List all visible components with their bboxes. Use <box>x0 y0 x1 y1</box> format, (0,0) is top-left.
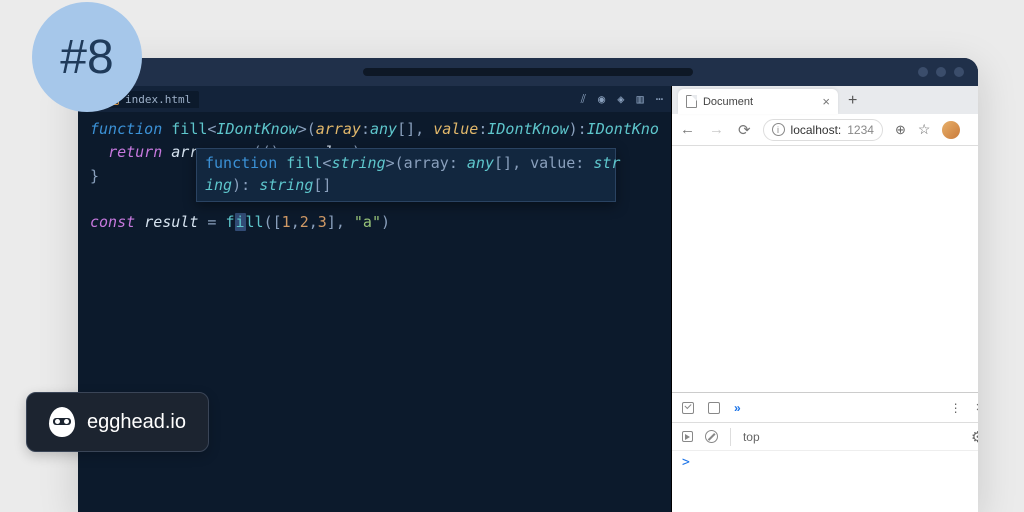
keyword-const: const <box>90 213 135 231</box>
profile-avatar[interactable] <box>942 121 960 139</box>
back-icon[interactable]: ← <box>680 121 695 139</box>
clear-console-icon[interactable] <box>705 430 718 443</box>
keyword-function: function <box>90 120 162 138</box>
diff-icon[interactable]: ◈ <box>617 92 624 107</box>
reload-icon[interactable]: ⟳ <box>738 121 751 139</box>
console-prompt[interactable]: > <box>672 451 978 474</box>
minimize-dot[interactable] <box>918 67 928 77</box>
devtools-menu-icon[interactable]: ⋮ <box>950 401 962 415</box>
context-selector[interactable]: top <box>743 430 760 444</box>
keyword-return: return <box>108 143 162 161</box>
site-info-icon[interactable]: i <box>772 123 785 136</box>
forward-icon[interactable]: → <box>709 121 724 139</box>
traffic-lights <box>918 67 964 77</box>
more-icon[interactable]: ⋯ <box>656 92 663 107</box>
browser-tab-title: Document <box>703 96 753 108</box>
generic-type: IDontKnow <box>216 120 297 138</box>
editor-tab-bar: 5 index.html ⫽ ◉ ◈ ▥ ⋯ <box>78 86 671 112</box>
url-field[interactable]: i localhost: 1234 <box>763 119 883 141</box>
browser-tab[interactable]: Document × <box>678 89 838 114</box>
address-bar: ← → ⟳ i localhost: 1234 ⊕ ☆ ⋮ <box>672 114 978 146</box>
run-icon[interactable] <box>682 431 693 442</box>
app-window: 5 index.html ⫽ ◉ ◈ ▥ ⋯ function fill<IDo… <box>78 58 978 512</box>
episode-number: #8 <box>60 30 113 85</box>
drag-handle[interactable] <box>363 68 693 76</box>
search-icon[interactable]: ⊕ <box>895 122 906 138</box>
code-area[interactable]: function fill<IDontKnow>(array:any[], va… <box>78 112 671 287</box>
tab-filename: index.html <box>125 93 191 106</box>
layout-icon[interactable]: ▥ <box>637 92 644 107</box>
episode-badge: #8 <box>32 2 142 112</box>
preview-icon[interactable]: ◉ <box>598 92 605 107</box>
egghead-logo-icon <box>49 407 75 437</box>
bookmark-icon[interactable]: ☆ <box>918 121 931 138</box>
prompt-chevron: > <box>682 455 690 470</box>
url-host: localhost: <box>791 123 842 137</box>
close-dot[interactable] <box>954 67 964 77</box>
devtools-panel: » ⋮ × top ⚙ > <box>672 392 978 512</box>
element-picker-icon[interactable] <box>682 402 694 414</box>
url-port: 1234 <box>847 123 874 137</box>
document-icon <box>686 95 697 108</box>
split-editor-icon[interactable]: ⫽ <box>581 92 586 107</box>
close-tab-icon[interactable]: × <box>822 94 830 109</box>
brand-name: egghead.io <box>87 411 186 434</box>
window-titlebar[interactable] <box>78 58 978 86</box>
browser-pane: Document × + ← → ⟳ i localhost: 1234 ⊕ ☆ <box>671 86 978 512</box>
signature-tooltip: function fill<string>(array: any[], valu… <box>196 148 616 202</box>
browser-viewport <box>672 146 978 392</box>
device-toolbar-icon[interactable] <box>708 402 720 414</box>
cursor-position: i <box>235 213 246 231</box>
browser-tab-strip: Document × + <box>672 86 978 114</box>
menu-icon[interactable]: ⋮ <box>972 121 978 138</box>
func-name: fill <box>171 120 207 138</box>
devtools-close-icon[interactable]: × <box>976 399 978 416</box>
maximize-dot[interactable] <box>936 67 946 77</box>
new-tab-button[interactable]: + <box>842 92 863 114</box>
devtools-settings-icon[interactable]: ⚙ <box>971 428 978 446</box>
brand-pill: egghead.io <box>26 392 209 452</box>
devtools-overflow-icon[interactable]: » <box>734 401 741 415</box>
